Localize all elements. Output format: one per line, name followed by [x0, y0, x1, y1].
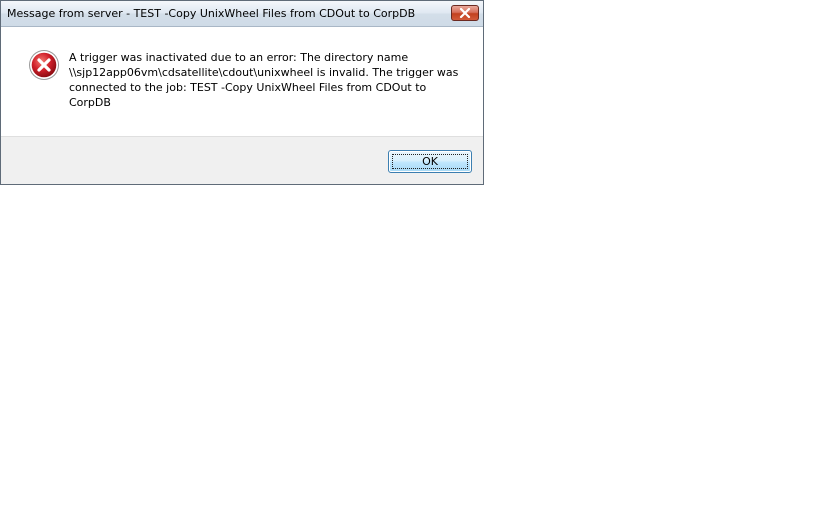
error-icon	[29, 50, 59, 80]
ok-button-label: OK	[422, 155, 438, 168]
message-line: \\sjp12app06vm\cdsatellite\cdout\unixwhe…	[69, 66, 459, 79]
error-message: A trigger was inactivated due to an erro…	[69, 50, 469, 110]
message-line: A trigger was inactivated due to an erro…	[69, 51, 409, 64]
dialog-title: Message from server - TEST -Copy UnixWhe…	[7, 7, 416, 20]
dialog-content: A trigger was inactivated due to an erro…	[1, 27, 483, 136]
message-line: CorpDB	[69, 96, 111, 109]
button-bar: OK	[1, 136, 483, 184]
message-dialog: Message from server - TEST -Copy UnixWhe…	[0, 0, 484, 185]
close-button[interactable]	[451, 5, 479, 21]
ok-button[interactable]: OK	[388, 150, 472, 173]
message-line: connected to the job: TEST -Copy UnixWhe…	[69, 81, 427, 94]
title-bar[interactable]: Message from server - TEST -Copy UnixWhe…	[1, 1, 483, 27]
close-icon	[459, 8, 471, 18]
